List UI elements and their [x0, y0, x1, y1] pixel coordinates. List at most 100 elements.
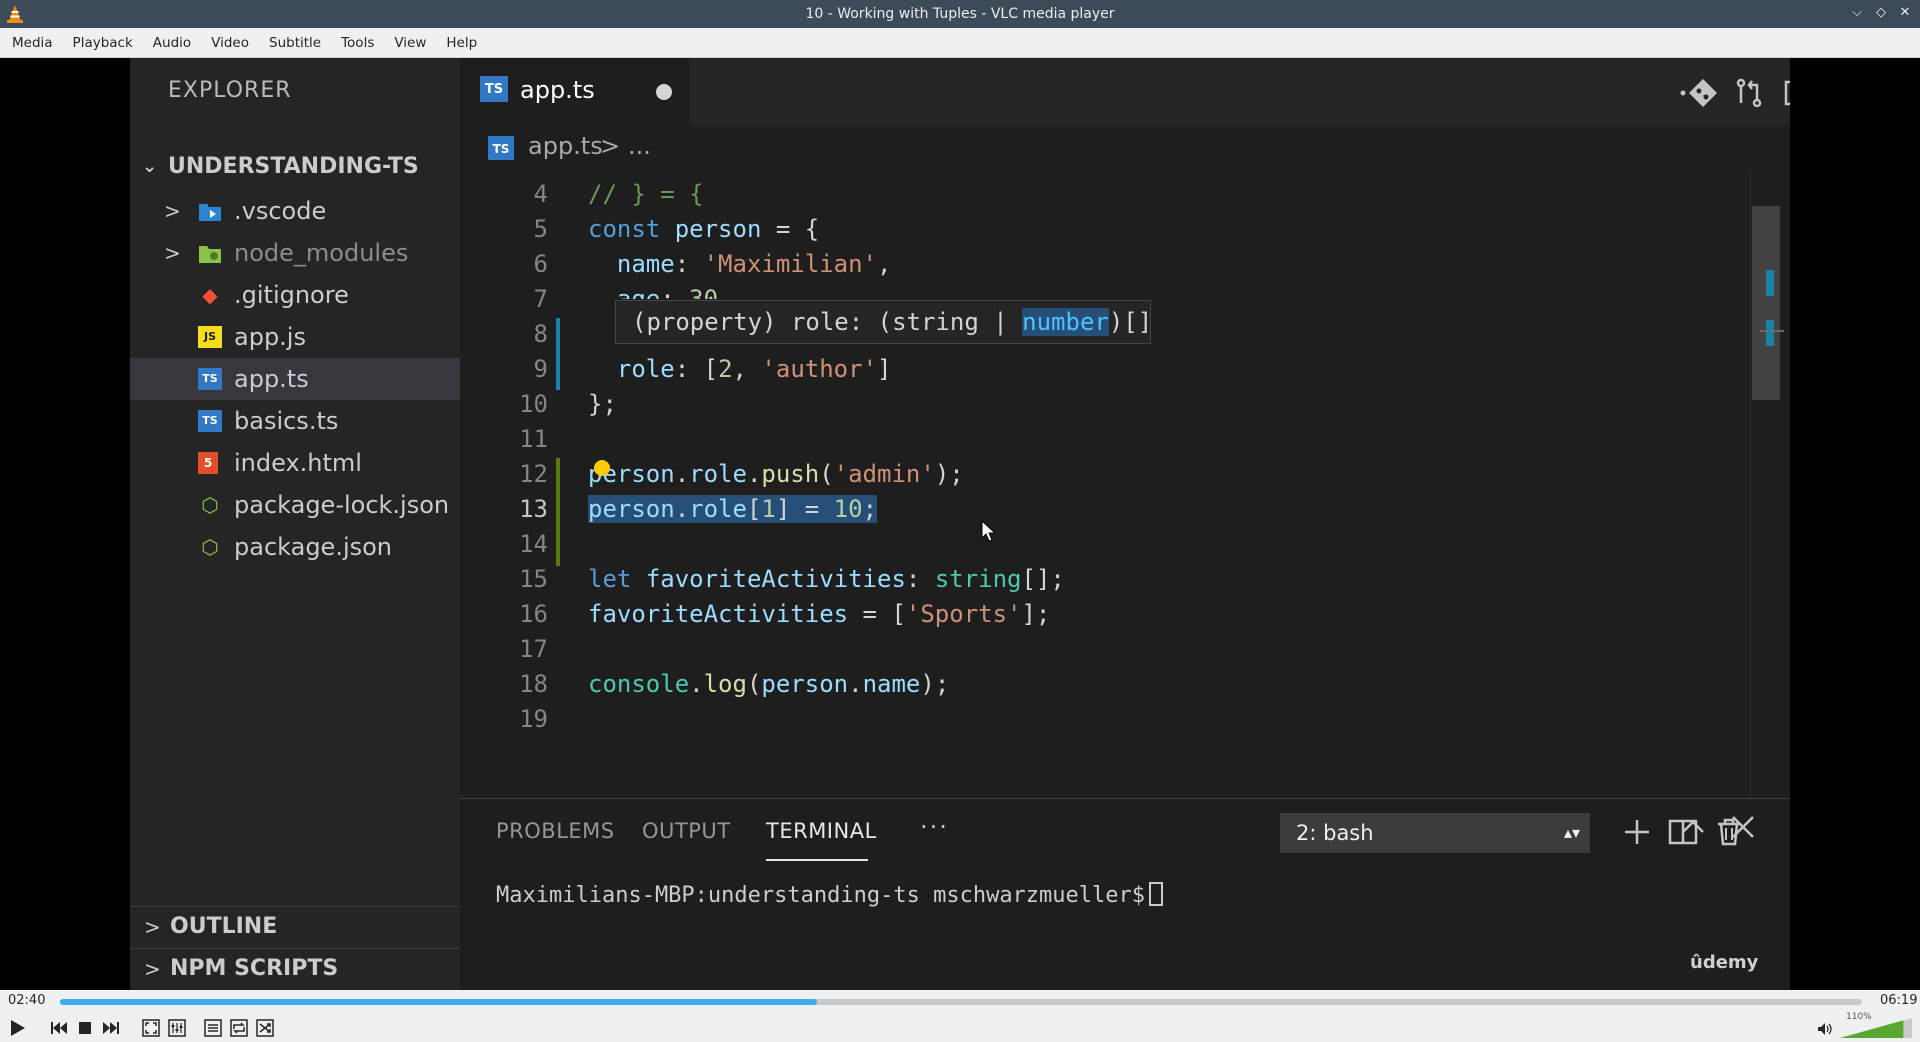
code-line-5: const person = {	[588, 215, 820, 243]
loop-icon[interactable]	[228, 1017, 250, 1039]
volume-level	[1840, 1020, 1904, 1038]
tree-item-vscode: > .vscode	[130, 190, 460, 232]
line-number: 16	[519, 600, 548, 628]
code-line-4: // } = {	[588, 180, 704, 208]
menu-video[interactable]: Video	[201, 28, 259, 58]
volume-icon[interactable]	[1816, 1021, 1832, 1037]
video-area[interactable]: EXPLORER ⌄ UNDERSTANDING-TS > .vscode > …	[0, 58, 1920, 990]
chevron-down-icon: ⌄	[142, 156, 158, 177]
more-actions-icon: ···	[920, 813, 949, 841]
chevron-right-icon: >	[144, 957, 161, 981]
line-number: 8	[533, 320, 548, 348]
terminal-select: 2: bash ▴▾	[1280, 813, 1590, 853]
line-number: 11	[519, 425, 548, 453]
maximize-panel-icon	[1682, 820, 1704, 833]
unsaved-dot-icon	[656, 84, 672, 100]
elapsed-time: 02:40	[8, 993, 46, 1008]
breadcrumb-more: ...	[628, 132, 651, 160]
menu-playback[interactable]: Playback	[63, 28, 143, 58]
video-frame: EXPLORER ⌄ UNDERSTANDING-TS > .vscode > …	[130, 58, 1790, 990]
line-number: 15	[519, 565, 548, 593]
shuffle-icon[interactable]	[254, 1017, 276, 1039]
tree-item-index-html: 5 index.html	[130, 442, 460, 484]
editor: TS app.ts TS app.ts > ... 4 5 6 7 8 9 10…	[460, 58, 1790, 990]
tree-item-package-lock-json: ⬡ package-lock.json	[130, 484, 460, 526]
mouse-cursor-icon	[981, 520, 997, 542]
breadcrumb: TS app.ts > ...	[460, 126, 1790, 170]
line-number: 17	[519, 635, 548, 663]
open-changes-icon	[1736, 78, 1762, 108]
breadcrumb-separator: >	[600, 132, 621, 160]
window-title: 10 - Working with Tuples - VLC media pla…	[805, 6, 1115, 22]
chevron-right-icon: >	[144, 915, 161, 939]
modified-line-marker	[556, 318, 560, 390]
volume-percent: 110%	[1846, 1012, 1872, 1022]
menu-media[interactable]: Media	[2, 28, 63, 58]
code-line-15: let favoriteActivities: string[];	[588, 565, 1065, 593]
previous-icon[interactable]	[48, 1017, 70, 1039]
tree-item-gitignore: ◆ .gitignore	[130, 274, 460, 316]
menu-help[interactable]: Help	[436, 28, 487, 58]
file-label: index.html	[234, 449, 362, 477]
split-editor-icon	[1784, 80, 1790, 106]
code-line-9: role: [2, 'author']	[616, 355, 892, 383]
type-hover-tooltip: (property) role: (string | number)[]	[615, 300, 1152, 344]
menu-view[interactable]: View	[384, 28, 436, 58]
line-number: 7	[533, 285, 548, 313]
maximize-button[interactable]: ◇	[1872, 4, 1890, 22]
line-number: 6	[533, 250, 548, 278]
file-label: node_modules	[234, 239, 409, 267]
playlist-icon[interactable]	[202, 1017, 224, 1039]
folder-vscode-icon	[199, 204, 221, 221]
code-area: 4 5 6 7 8 9 10 11 12 13 14 15 16 17 18 1…	[460, 170, 1790, 798]
nodejs-icon: ⬡	[201, 493, 219, 517]
ts-file-icon: TS	[488, 136, 514, 160]
code-line-18: console.log(person.name);	[588, 670, 950, 698]
plus-icon	[1625, 820, 1649, 844]
seek-bar[interactable]	[60, 999, 1862, 1005]
select-arrows-icon: ▴▾	[1563, 823, 1580, 842]
stop-icon[interactable]	[74, 1017, 96, 1039]
code-line-16: favoriteActivities = ['Sports'];	[588, 600, 1051, 628]
npm-scripts-label: NPM SCRIPTS	[170, 956, 339, 981]
close-button[interactable]: ✕	[1896, 4, 1914, 22]
file-label: package-lock.json	[234, 491, 450, 519]
overview-ruler-marker	[1766, 320, 1774, 346]
chevron-right-icon: >	[164, 241, 181, 265]
overview-ruler-marker	[1766, 270, 1774, 296]
outline-section: > OUTLINE	[130, 906, 460, 948]
minimize-button[interactable]: ⌵	[1848, 4, 1866, 22]
player-controls: 02:40 06:19 110%	[0, 990, 1920, 1042]
fullscreen-icon[interactable]	[140, 1017, 162, 1039]
ts-file-icon: TS	[198, 410, 222, 432]
tree-item-app-ts: TS app.ts	[130, 358, 460, 400]
code-line-10: };	[588, 390, 617, 418]
close-panel-icon	[1732, 816, 1754, 838]
seek-progress	[60, 999, 817, 1005]
tab-problems: PROBLEMS	[496, 819, 615, 843]
tab-output: OUTPUT	[642, 819, 731, 843]
file-label: app.ts	[234, 365, 309, 393]
breadcrumb-file: app.ts	[528, 132, 603, 160]
tree-item-node-modules: > node_modules	[130, 232, 460, 274]
file-label: .gitignore	[234, 281, 349, 309]
code-line-6: name: 'Maximilian',	[616, 250, 892, 278]
tab-app-ts: TS app.ts	[460, 58, 690, 126]
tab-label: app.ts	[520, 76, 595, 104]
play-icon[interactable]	[6, 1017, 28, 1039]
menu-subtitle[interactable]: Subtitle	[259, 28, 331, 58]
line-number: 18	[519, 670, 548, 698]
active-tab-underline	[766, 859, 868, 861]
tree-item-package-json: ⬡ package.json	[130, 526, 460, 568]
outline-label: OUTLINE	[170, 914, 278, 939]
menu-audio[interactable]: Audio	[143, 28, 201, 58]
overview-ruler-cursor	[1760, 330, 1784, 332]
tree-item-basics-ts: TS basics.ts	[130, 400, 460, 442]
file-label: .vscode	[234, 197, 327, 225]
folder-node-icon	[199, 246, 221, 263]
ts-file-icon: TS	[480, 76, 508, 102]
scrollbar-thumb[interactable]	[1752, 206, 1780, 400]
next-icon[interactable]	[100, 1017, 122, 1039]
menu-tools[interactable]: Tools	[331, 28, 384, 58]
extended-settings-icon[interactable]	[166, 1017, 188, 1039]
